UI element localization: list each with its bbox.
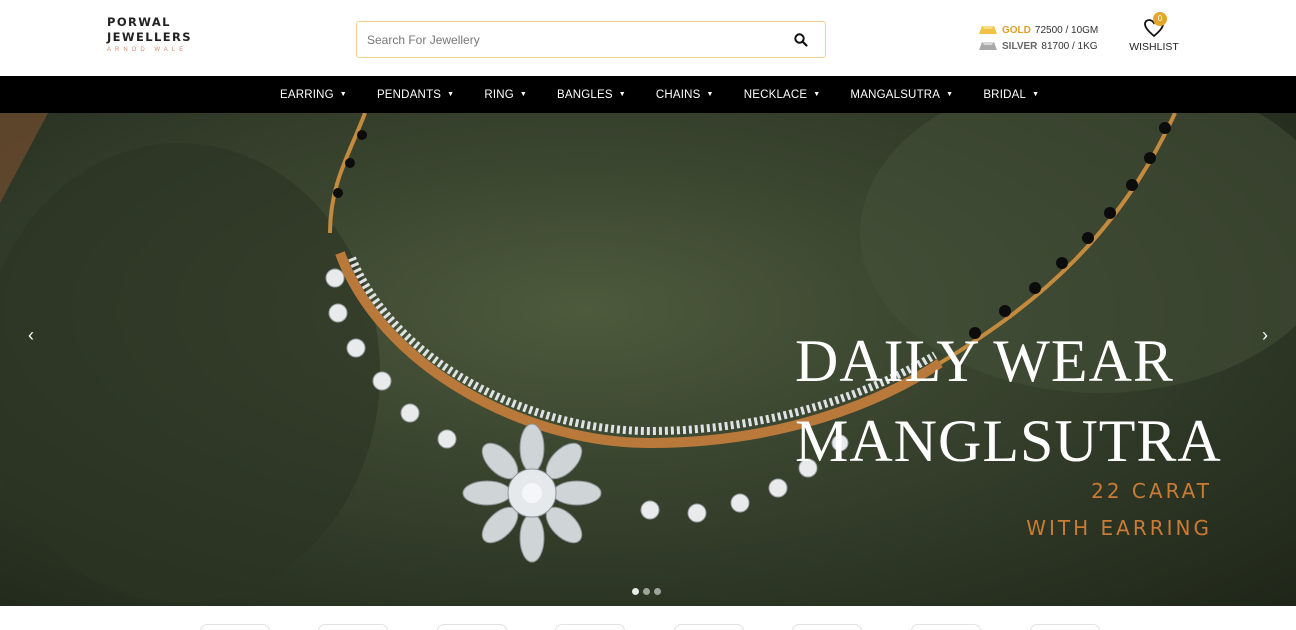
caret-down-icon: ▼ (339, 91, 347, 98)
category-tile[interactable] (792, 624, 862, 630)
search-icon[interactable] (793, 32, 809, 48)
nav-label: BRIDAL (983, 88, 1027, 101)
silver-label: SILVER (1002, 40, 1038, 52)
nav-item-necklace[interactable]: NECKLACE ▼ (744, 89, 821, 101)
carousel-next-icon[interactable]: › (1253, 323, 1277, 347)
nav-item-bangles[interactable]: BANGLES ▼ (557, 89, 626, 101)
category-strip (0, 606, 1296, 630)
hero-banner[interactable]: ‹ › DAILY WEAR MANGLSUTRA 22 CARAT WITH … (0, 113, 1296, 606)
gold-bar-icon (979, 26, 997, 34)
carousel-dot[interactable] (643, 588, 650, 595)
brand-logo[interactable]: PORWAL JEWELLERS ARNOD WALE (107, 15, 217, 53)
category-tile[interactable] (200, 624, 270, 630)
nav-item-ring[interactable]: RING ▼ (484, 89, 527, 101)
carousel-prev-icon[interactable]: ‹ (19, 323, 43, 347)
nav-item-bridal[interactable]: BRIDAL ▼ (983, 89, 1039, 101)
site-header: PORWAL JEWELLERS ARNOD WALE GOLD 72500 /… (0, 0, 1296, 76)
caret-down-icon: ▼ (618, 91, 626, 98)
logo-tagline: ARNOD WALE (107, 47, 188, 53)
nav-item-pendants[interactable]: PENDANTS ▼ (377, 89, 454, 101)
nav-label: EARRING (280, 88, 334, 101)
wishlist-count-badge: 0 (1153, 12, 1167, 26)
nav-item-chains[interactable]: CHAINS ▼ (656, 89, 714, 101)
nav-label: BANGLES (557, 88, 613, 101)
silver-rate: SILVER 81700 / 1KG (978, 38, 1118, 54)
caret-down-icon: ▼ (1032, 91, 1040, 98)
wishlist-button[interactable]: 0 WISHLIST (1128, 12, 1180, 56)
gold-rate: GOLD 72500 / 10GM (978, 22, 1118, 38)
logo-line2: JEWELLERS (107, 30, 192, 44)
nav-label: PENDANTS (376, 88, 442, 101)
caret-down-icon: ▼ (946, 91, 954, 98)
search-box (356, 21, 826, 58)
nav-item-earring[interactable]: EARRING ▼ (280, 89, 347, 101)
silver-bar-icon (979, 42, 997, 50)
category-tile[interactable] (555, 624, 625, 630)
silver-value: 81700 / 1KG (1041, 40, 1098, 52)
category-tile[interactable] (1030, 624, 1100, 630)
hero-title-line1: DAILY WEAR (795, 328, 1174, 394)
category-tile[interactable] (318, 624, 388, 630)
hero-title-line2: MANGLSUTRA (795, 408, 1222, 474)
nav-label: CHAINS (655, 88, 701, 101)
carousel-indicators (632, 588, 665, 595)
nav-label: MANGALSUTRA (850, 88, 941, 101)
category-tile[interactable] (911, 624, 981, 630)
search-input[interactable] (367, 30, 767, 50)
hero-subtitle-line1: 22 CARAT (1091, 479, 1212, 503)
nav-label: NECKLACE (743, 88, 808, 101)
nav-item-mangalsutra[interactable]: MANGALSUTRA ▼ (850, 89, 953, 101)
metal-rates: GOLD 72500 / 10GM SILVER 81700 / 1KG (978, 22, 1118, 54)
category-tile[interactable] (437, 624, 507, 630)
nav-label: RING (484, 88, 514, 101)
carousel-dot[interactable] (654, 588, 661, 595)
logo-line1: PORWAL (107, 15, 171, 29)
hero-subtitle-line2: WITH EARRING (1026, 516, 1212, 540)
caret-down-icon: ▼ (706, 91, 714, 98)
caret-down-icon: ▼ (447, 91, 455, 98)
category-tile[interactable] (674, 624, 744, 630)
carousel-dot[interactable] (632, 588, 639, 595)
gold-label: GOLD (1002, 24, 1031, 36)
wishlist-label: WISHLIST (1129, 41, 1179, 53)
caret-down-icon: ▼ (813, 91, 821, 98)
gold-value: 72500 / 10GM (1034, 24, 1099, 36)
main-nav: EARRING ▼ PENDANTS ▼ RING ▼ BANGLES ▼ CHAINS… (0, 76, 1296, 113)
caret-down-icon: ▼ (519, 91, 528, 98)
